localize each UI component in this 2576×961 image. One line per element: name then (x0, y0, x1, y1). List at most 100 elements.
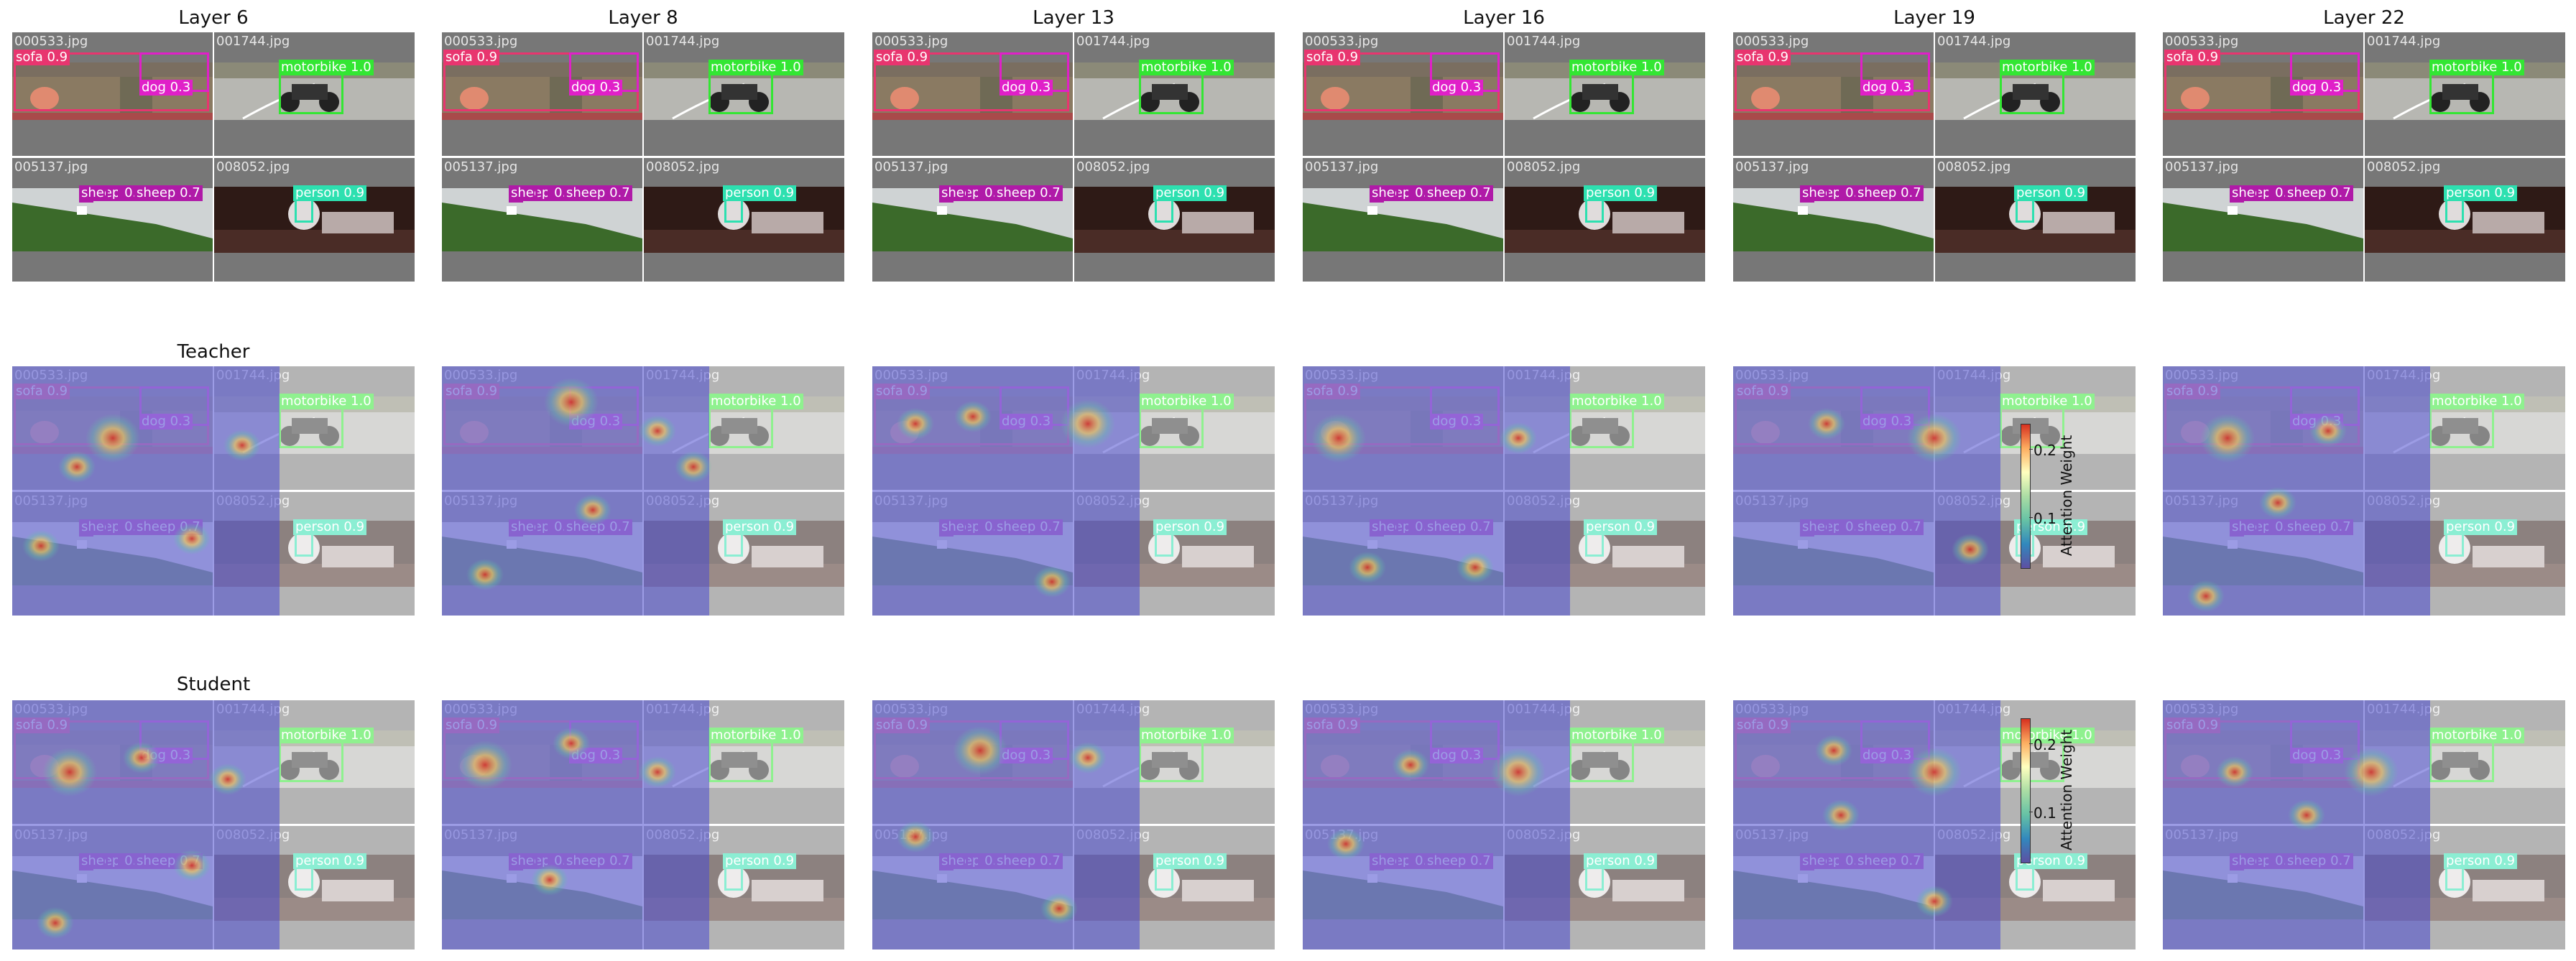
grid-divider-horizontal (1303, 824, 1705, 826)
image-filename: 001744.jpg (1076, 368, 1150, 383)
grid-divider-horizontal (2163, 156, 2565, 158)
row-title: Teacher (177, 341, 250, 363)
image-filename: 008052.jpg (1937, 493, 2011, 509)
image-cell: 000533.jpg sofa 0.9 dog 0.3 (442, 700, 642, 824)
colorbar-label: Attention Weight (2058, 435, 2075, 557)
image-cell: 008052.jpg person 0.9 (1074, 826, 1275, 950)
detection-label: sofa 0.9 (874, 384, 931, 399)
image-filename: 001744.jpg (216, 702, 290, 717)
image-filename: 005137.jpg (444, 493, 518, 509)
building-shape (1182, 880, 1254, 901)
image-filename: 001744.jpg (2367, 368, 2441, 383)
image-cell: 008052.jpg person 0.9 (2365, 492, 2565, 616)
floor-shape (12, 113, 213, 120)
detection-label: motorbike 1.0 (2429, 60, 2524, 75)
detection-box (1827, 521, 1841, 535)
image-filename: 008052.jpg (1076, 493, 1150, 509)
detection-box (966, 187, 980, 201)
image-filename: 005137.jpg (1305, 827, 1379, 842)
floor-shape (1733, 113, 1934, 120)
detection-label: sofa 0.9 (14, 50, 70, 65)
image-cell: 008052.jpg person 0.9 (214, 158, 415, 282)
detection-label: person 0.9 (293, 519, 367, 535)
detection-label: motorbike 1.0 (2000, 60, 2095, 75)
detection-label: sofa 0.9 (1735, 50, 1791, 65)
detection-box (966, 521, 980, 535)
building-shape (1182, 546, 1254, 567)
image-filename: 008052.jpg (2367, 493, 2441, 509)
detection-box (535, 855, 550, 869)
building-shape (1612, 546, 1684, 567)
colorbar-label: Attention Weight (2058, 729, 2075, 851)
image-filename: 001744.jpg (1507, 34, 1581, 49)
detection-label: sofa 0.9 (2164, 50, 2221, 65)
colorbar-tickmark (2029, 449, 2033, 450)
image-filename: 001744.jpg (1937, 34, 2011, 49)
building-shape (752, 880, 823, 901)
sheep-shape (1798, 206, 1808, 215)
image-filename: 001744.jpg (1076, 34, 1150, 49)
image-grid-panel: 000533.jpg sofa 0.9 dog 0.3 001744.jpg motor… (1733, 700, 2136, 950)
grid-divider-horizontal (872, 490, 1275, 492)
image-filename: 005137.jpg (1735, 159, 1809, 175)
colorbar-tickmark (2029, 743, 2033, 744)
grid-divider-horizontal (1733, 490, 2136, 492)
sheep-shape (1798, 874, 1808, 883)
grid-divider-horizontal (872, 824, 1275, 826)
detection-box (106, 187, 120, 201)
image-cell: 008052.jpg person 0.9 (2365, 826, 2565, 950)
sheep-shape (1798, 540, 1808, 549)
image-filename: 008052.jpg (646, 159, 720, 175)
image-cell: 005137.jpg sheep 0.3 sheep 0.7 (442, 826, 642, 950)
image-grid-panel: 000533.jpg sofa 0.9 dog 0.3 001744.jpg motor… (1303, 700, 1705, 950)
image-filename: 001744.jpg (646, 368, 720, 383)
colorbar-tickmark (2029, 517, 2033, 518)
detection-label: person 0.9 (293, 185, 367, 201)
building-shape (1612, 880, 1684, 901)
detection-label: sheep 0.7 (1425, 853, 1493, 869)
detection-label: motorbike 1.0 (2000, 394, 2095, 409)
row-title: Student (176, 674, 251, 695)
detection-label: sofa 0.9 (1735, 718, 1791, 733)
image-cell: 000533.jpg sofa 0.9 dog 0.3 (1303, 700, 1503, 824)
detection-label: motorbike 1.0 (708, 60, 803, 75)
image-filename: 005137.jpg (444, 159, 518, 175)
grid-divider-horizontal (12, 490, 415, 492)
detection-label: sheep 0.7 (2285, 185, 2353, 201)
detection-label: motorbike 1.0 (1139, 728, 1234, 743)
detection-label: dog 0.3 (139, 80, 193, 96)
sheep-shape (77, 540, 87, 549)
image-grid-panel: 000533.jpg sofa 0.9 dog 0.3 001744.jpg motor… (442, 366, 844, 616)
floor-shape (872, 781, 1073, 788)
detection-label: sheep 0.7 (134, 853, 203, 869)
image-grid-panel: 000533.jpg sofa 0.9 dog 0.3 001744.jpg motor… (442, 32, 844, 282)
building-shape (752, 212, 823, 233)
image-filename: 001744.jpg (2367, 702, 2441, 717)
floor-shape (442, 113, 642, 120)
building-shape (2473, 546, 2544, 567)
colorbar-tick-label: 0.2 (2033, 736, 2056, 753)
floor-shape (1303, 447, 1503, 454)
detection-label: dog 0.3 (1860, 748, 1914, 763)
detection-box (106, 855, 120, 869)
sheep-shape (1367, 874, 1377, 883)
image-grid-panel: 000533.jpg sofa 0.9 dog 0.3 001744.jpg motor… (872, 700, 1275, 950)
column-title: Layer 6 (178, 7, 249, 29)
grid-divider-horizontal (442, 156, 844, 158)
detection-label: person 0.9 (293, 853, 367, 869)
image-filename: 000533.jpg (1305, 702, 1379, 717)
detection-label: sheep 0.7 (1855, 185, 1924, 201)
image-filename: 001744.jpg (1507, 368, 1581, 383)
building-shape (1612, 212, 1684, 233)
floor-shape (2163, 113, 2363, 120)
image-filename: 008052.jpg (1507, 827, 1581, 842)
image-cell: 005137.jpg sheep 0.3 sheep 0.7 (12, 492, 213, 616)
floor-shape (1303, 113, 1503, 120)
column-title: Layer 22 (2323, 7, 2405, 29)
image-cell: 001744.jpg motorbike 1.0 (214, 32, 415, 156)
image-cell: 001744.jpg motorbike 1.0 (2365, 700, 2565, 824)
building-shape (2043, 546, 2115, 567)
image-filename: 005137.jpg (1735, 827, 1809, 842)
image-filename: 008052.jpg (646, 493, 720, 509)
image-cell: 008052.jpg person 0.9 (214, 492, 415, 616)
